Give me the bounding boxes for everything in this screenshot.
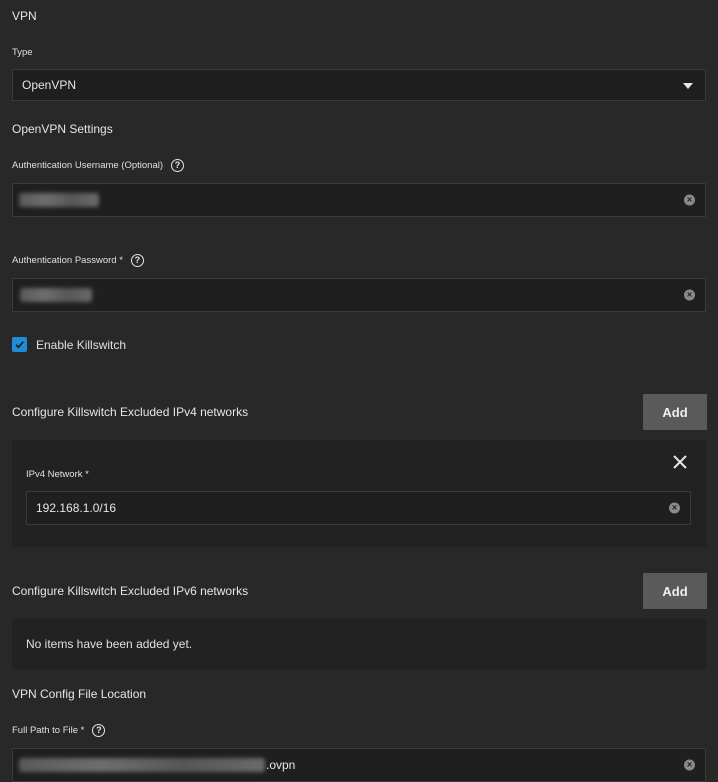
type-select[interactable]: OpenVPN [12,69,706,101]
ipv6-list-title: Configure Killswitch Excluded IPv6 netwo… [12,584,249,598]
clear-circle-icon[interactable]: × [684,194,695,206]
password-value-redacted [20,288,92,302]
path-input[interactable]: .ovpn × [12,748,706,782]
help-circle-icon[interactable]: ? [92,724,106,737]
password-label-text: Authentication Password * [12,255,123,266]
type-label-text: Type [12,47,33,58]
checkmark-icon [15,341,24,349]
path-suffix: .ovpn [266,758,296,772]
ipv4-network-value: 192.168.1.0/16 [36,501,117,515]
add-ipv4-button[interactable]: Add [643,394,707,430]
ipv4-item-panel: IPv4 Network * 192.168.1.0/16 × [12,440,706,547]
killswitch-checkbox-row[interactable]: Enable Killswitch [12,337,126,352]
clear-circle-icon[interactable]: × [684,759,695,771]
openvpn-settings-title: OpenVPN Settings [12,122,113,136]
username-value-redacted [19,193,99,207]
clear-circle-icon[interactable]: × [669,502,680,514]
close-icon[interactable] [673,455,687,469]
add-ipv6-button[interactable]: Add [643,573,707,609]
type-select-value: OpenVPN [22,78,77,92]
password-label: Authentication Password * ? [12,254,144,267]
ipv4-list-title: Configure Killswitch Excluded IPv4 netwo… [12,405,249,419]
username-label: Authentication Username (Optional) ? [12,159,185,172]
ipv6-empty-text: No items have been added yet. [26,637,193,651]
username-label-text: Authentication Username (Optional) [12,160,164,171]
killswitch-label: Enable Killswitch [36,337,127,352]
path-label-text: Full Path to File * [12,725,85,736]
ipv6-empty-panel: No items have been added yet. [12,619,706,669]
ipv4-network-label-text: IPv4 Network * [26,469,89,480]
clear-circle-icon[interactable]: × [684,289,695,301]
ipv4-network-input[interactable]: 192.168.1.0/16 × [26,491,691,525]
path-label: Full Path to File * ? [12,724,106,737]
help-circle-icon[interactable]: ? [130,254,144,267]
type-label: Type [12,47,33,58]
killswitch-checkbox[interactable] [12,337,27,352]
help-circle-icon[interactable]: ? [171,159,185,172]
username-input[interactable]: × [12,183,706,217]
ipv4-network-label: IPv4 Network * [26,469,89,480]
password-input[interactable]: × [12,278,706,312]
config-section-title: VPN Config File Location [12,687,147,701]
triangle-down-icon[interactable] [683,83,693,89]
vpn-section-title: VPN [12,9,37,23]
path-value-redacted [19,758,265,772]
